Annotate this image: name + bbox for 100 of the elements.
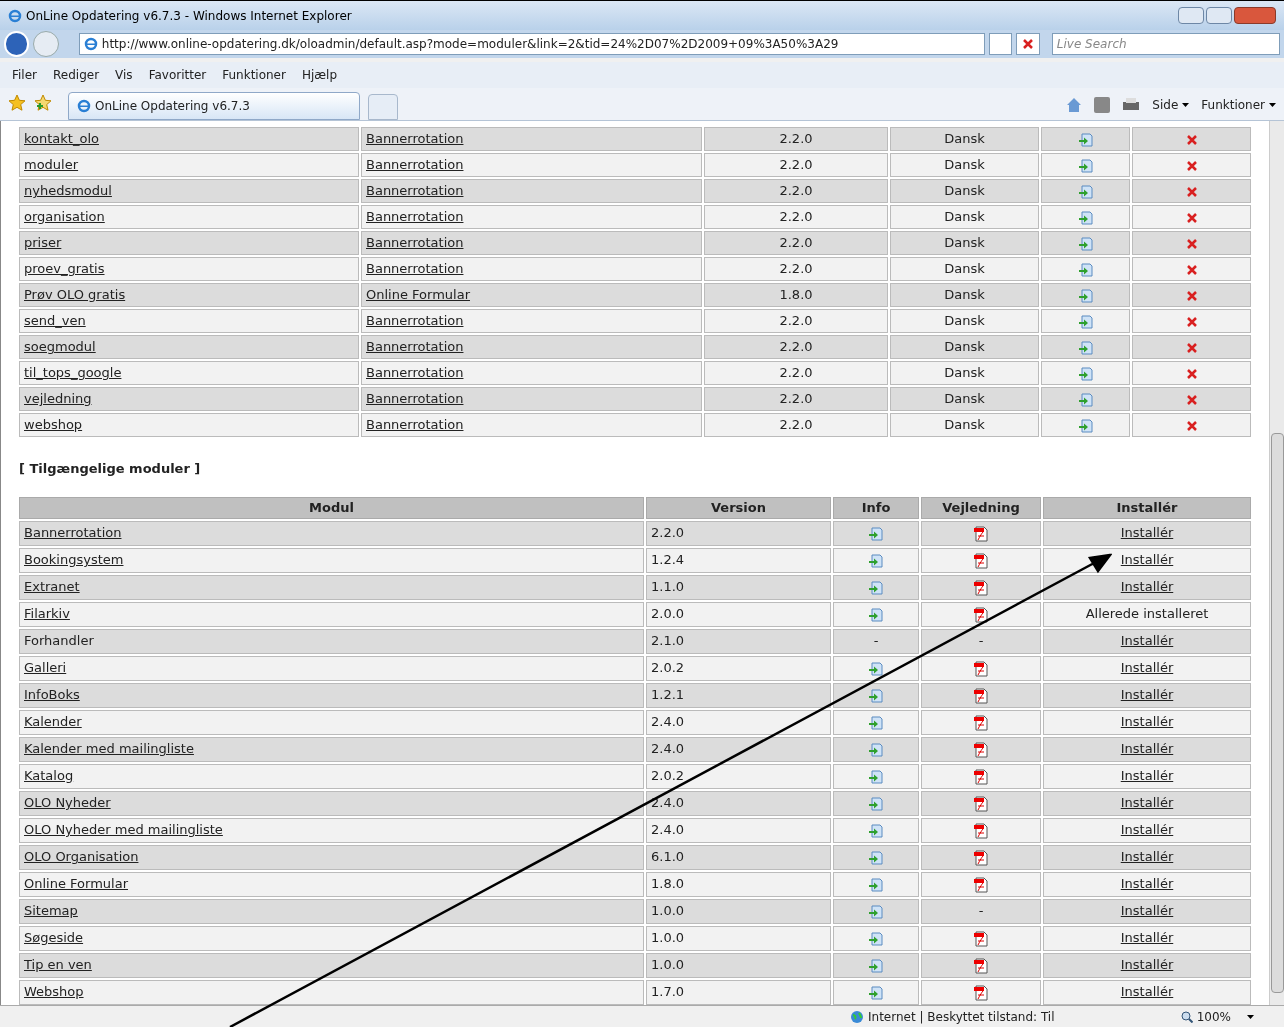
install-link[interactable]: Installér bbox=[1120, 768, 1174, 784]
feed-icon[interactable] bbox=[1094, 97, 1111, 113]
delete-icon[interactable] bbox=[1186, 420, 1197, 431]
module-link[interactable]: Bannerrotation bbox=[366, 417, 464, 433]
dropdown-arrow-icon[interactable] bbox=[1269, 103, 1276, 107]
module-link[interactable]: Online Formular bbox=[366, 287, 470, 303]
page-link[interactable]: til_tops_google bbox=[24, 365, 122, 381]
page-link[interactable]: moduler bbox=[24, 157, 79, 173]
page-link[interactable]: webshop bbox=[24, 417, 83, 433]
module-link[interactable]: Bannerrotation bbox=[366, 209, 464, 225]
module-link[interactable]: Sitemap bbox=[24, 903, 78, 919]
install-link[interactable]: Installér bbox=[1120, 552, 1174, 568]
delete-icon[interactable] bbox=[1186, 368, 1197, 379]
page-link[interactable]: vejledning bbox=[24, 391, 92, 407]
module-link[interactable]: OLO Nyheder bbox=[24, 795, 111, 811]
install-link[interactable]: Installér bbox=[1120, 741, 1174, 757]
module-link[interactable]: Kalender med mailingliste bbox=[24, 741, 194, 757]
address-field[interactable]: http://www.online-opdatering.dk/oloadmin/default.asp?mode=moduler&link=2&tid=24%2D07%2D2009+09%3A50%3A29 bbox=[78, 33, 985, 55]
delete-icon[interactable] bbox=[1186, 134, 1197, 145]
install-link[interactable]: Installér bbox=[1120, 903, 1174, 919]
document-arrow-icon bbox=[868, 552, 884, 569]
delete-icon[interactable] bbox=[1186, 186, 1197, 197]
module-link[interactable]: Katalog bbox=[24, 768, 74, 784]
module-link[interactable]: Bannerrotation bbox=[366, 131, 464, 147]
menu-item[interactable]: Rediger bbox=[53, 66, 100, 84]
command-button[interactable]: Side bbox=[1152, 96, 1179, 114]
install-link[interactable]: Installér bbox=[1120, 714, 1174, 730]
dropdown-arrow-icon[interactable] bbox=[1247, 1014, 1254, 1019]
menu-item[interactable]: Vis bbox=[115, 66, 133, 84]
delete-icon[interactable] bbox=[1186, 264, 1197, 275]
install-link[interactable]: Installér bbox=[1120, 876, 1174, 892]
module-link[interactable]: Bannerrotation bbox=[24, 525, 122, 541]
install-link[interactable]: Installér bbox=[1120, 984, 1174, 1000]
module-link[interactable]: Galleri bbox=[24, 660, 67, 676]
page-link[interactable]: priser bbox=[24, 235, 62, 251]
menu-item[interactable]: Filer bbox=[12, 66, 37, 84]
printer-icon[interactable] bbox=[1122, 97, 1141, 113]
home-icon[interactable] bbox=[1066, 97, 1083, 113]
module-link[interactable]: Bannerrotation bbox=[366, 339, 464, 355]
dropdown-arrow-icon[interactable] bbox=[1182, 103, 1190, 107]
star-icon[interactable] bbox=[8, 94, 26, 112]
menu-item[interactable]: Hjælp bbox=[301, 66, 338, 84]
search-field[interactable]: Live Search bbox=[1051, 33, 1280, 55]
module-link[interactable]: Bannerrotation bbox=[366, 157, 464, 173]
menu-item[interactable]: Favoritter bbox=[148, 66, 207, 84]
module-link[interactable]: Bannerrotation bbox=[366, 313, 464, 329]
page-link[interactable]: organisation bbox=[24, 209, 105, 225]
module-link[interactable]: Online Formular bbox=[24, 876, 128, 892]
module-link[interactable]: Tip en ven bbox=[24, 957, 92, 973]
module-link[interactable]: InfoBoks bbox=[24, 687, 80, 703]
install-link[interactable]: Installér bbox=[1120, 795, 1174, 811]
install-link[interactable]: Installér bbox=[1120, 849, 1174, 865]
scrollbar-thumb[interactable] bbox=[1270, 433, 1284, 993]
close-button[interactable] bbox=[1234, 7, 1276, 24]
module-link[interactable]: Webshop bbox=[24, 984, 84, 1000]
refresh-button[interactable] bbox=[988, 33, 1013, 55]
page-link[interactable]: nyhedsmodul bbox=[24, 183, 112, 199]
delete-icon[interactable] bbox=[1186, 316, 1197, 327]
module-link[interactable]: Filarkiv bbox=[24, 606, 70, 622]
delete-icon[interactable] bbox=[1186, 160, 1197, 171]
install-link[interactable]: Installér bbox=[1120, 579, 1174, 595]
module-link[interactable]: Bannerrotation bbox=[366, 235, 464, 251]
delete-icon[interactable] bbox=[1186, 394, 1197, 405]
menu-item[interactable]: Funktioner bbox=[222, 66, 286, 84]
delete-icon[interactable] bbox=[1023, 39, 1034, 49]
module-link[interactable]: Bannerrotation bbox=[366, 261, 464, 277]
module-link[interactable]: Bannerrotation bbox=[366, 183, 464, 199]
add-favorite-icon[interactable] bbox=[34, 94, 52, 112]
module-link[interactable]: Bannerrotation bbox=[366, 365, 464, 381]
module-link[interactable]: OLO Nyheder med mailingliste bbox=[24, 822, 223, 838]
stop-button[interactable] bbox=[1016, 33, 1040, 55]
zoom-level[interactable]: 100% bbox=[1196, 1007, 1231, 1026]
minimize-button[interactable] bbox=[1178, 7, 1204, 24]
install-link[interactable]: Installér bbox=[1120, 822, 1174, 838]
page-link[interactable]: soegmodul bbox=[24, 339, 96, 355]
install-link[interactable]: Installér bbox=[1120, 930, 1174, 946]
delete-icon[interactable] bbox=[1186, 238, 1197, 249]
delete-icon[interactable] bbox=[1186, 290, 1197, 301]
magnifier-icon[interactable] bbox=[1180, 1010, 1193, 1023]
install-link[interactable]: Installér bbox=[1120, 687, 1174, 703]
install-link[interactable]: Installér bbox=[1120, 633, 1174, 649]
module-link[interactable]: Kalender bbox=[24, 714, 82, 730]
module-link[interactable]: Bannerrotation bbox=[366, 391, 464, 407]
module-link[interactable]: Bookingsystem bbox=[24, 552, 124, 568]
page-link[interactable]: Prøv OLO gratis bbox=[24, 287, 126, 303]
install-link[interactable]: Installér bbox=[1120, 957, 1174, 973]
delete-icon[interactable] bbox=[1186, 342, 1197, 353]
page-link[interactable]: kontakt_olo bbox=[24, 131, 99, 147]
install-link[interactable]: Installér bbox=[1120, 660, 1174, 676]
back-button[interactable] bbox=[4, 31, 30, 57]
restore-button[interactable] bbox=[1206, 7, 1232, 24]
browser-tab[interactable]: OnLine Opdatering v6.7.3 bbox=[68, 92, 360, 120]
page-link[interactable]: proev_gratis bbox=[24, 261, 105, 277]
command-button[interactable]: Funktioner bbox=[1201, 96, 1265, 114]
module-link[interactable]: Extranet bbox=[24, 579, 80, 595]
page-link[interactable]: send_ven bbox=[24, 313, 86, 329]
module-link[interactable]: OLO Organisation bbox=[24, 849, 139, 865]
install-link[interactable]: Installér bbox=[1120, 525, 1174, 541]
module-link[interactable]: Søgeside bbox=[24, 930, 84, 946]
delete-icon[interactable] bbox=[1186, 212, 1197, 223]
